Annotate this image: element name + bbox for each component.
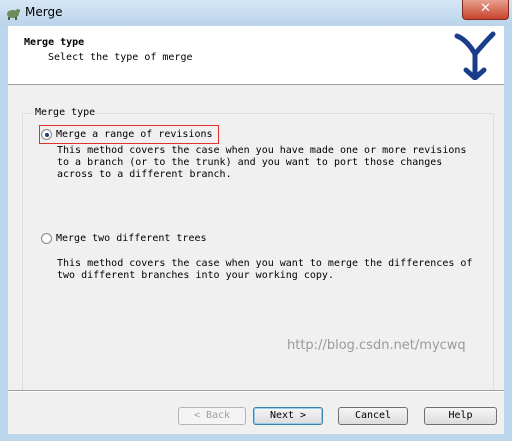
cancel-button[interactable]: Cancel (338, 407, 408, 425)
page-title: Merge type (24, 37, 85, 48)
window-title: Merge (25, 5, 63, 19)
group-label: Merge type (33, 107, 98, 118)
tortoise-app-icon (7, 9, 20, 20)
option-merge-range[interactable]: Merge a range of revisions (41, 129, 213, 140)
option-merge-range-description: This method covers the case when you hav… (57, 145, 467, 180)
merge-window: Merge ✕ Merge type Select the type of me… (0, 0, 512, 441)
merge-logo-icon (454, 31, 496, 80)
wizard-client-area: Merge type Select the type of merge Merg… (8, 26, 504, 434)
radio-merge-range[interactable] (41, 129, 52, 140)
close-icon: ✕ (480, 1, 491, 16)
footer-divider-highlight (8, 391, 504, 392)
option-merge-trees-description: This method covers the case when you wan… (57, 258, 473, 281)
watermark-text: http://blog.csdn.net/mycwq (287, 338, 466, 353)
close-button[interactable]: ✕ (462, 0, 509, 20)
page-subtitle: Select the type of merge (48, 52, 193, 63)
option-merge-trees-label: Merge two different trees (56, 233, 207, 244)
option-merge-trees[interactable]: Merge two different trees (41, 233, 207, 244)
wizard-header: Merge type Select the type of merge (8, 26, 504, 85)
help-button[interactable]: Help (424, 407, 497, 425)
radio-merge-trees[interactable] (41, 233, 52, 244)
title-bar[interactable]: Merge ✕ (0, 0, 512, 26)
option-merge-range-label: Merge a range of revisions (56, 129, 213, 140)
back-button[interactable]: < Back (178, 407, 246, 425)
next-button[interactable]: Next > (253, 407, 323, 425)
